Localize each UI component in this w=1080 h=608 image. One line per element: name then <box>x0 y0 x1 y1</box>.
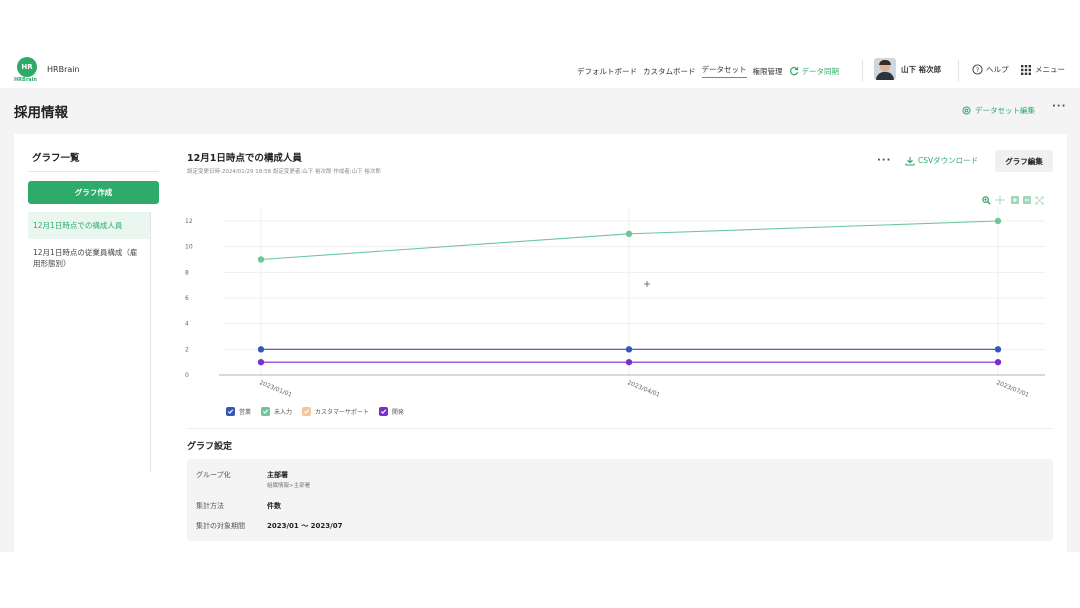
dataset-edit-button[interactable]: データセット編集 <box>962 105 1035 116</box>
y-tick-label: 6 <box>185 295 189 302</box>
aggregation-value: 件数 <box>267 502 281 510</box>
group-by-path: 組織情報>主部署 <box>267 483 311 489</box>
checkbox-icon <box>226 407 235 416</box>
help-label: ヘルプ <box>986 65 1009 74</box>
data-point <box>994 217 1002 225</box>
download-icon <box>905 156 915 166</box>
nav-custom-board[interactable]: カスタムボード <box>643 66 696 77</box>
user-menu[interactable]: 山下 裕次郎 <box>874 58 941 80</box>
y-tick-label: 0 <box>185 372 189 379</box>
y-tick-label: 2 <box>185 346 189 353</box>
line-chart[interactable]: 0 2 4 6 8 10 12 2023/01/01 2023/04/01 2023/07/01 <box>175 195 1055 410</box>
y-tick-label: 12 <box>185 218 193 225</box>
graph-edit-button[interactable]: グラフ編集 <box>995 150 1053 172</box>
data-sync-button[interactable]: データ同期 <box>789 66 846 77</box>
x-tick-label: 2023/01/01 <box>258 379 293 399</box>
data-point <box>257 346 265 353</box>
data-point <box>625 230 633 238</box>
logo-subtext: HRBrain <box>14 77 37 83</box>
data-sync-label: データ同期 <box>801 66 840 76</box>
user-name: 山下 裕次郎 <box>901 64 942 74</box>
graph-meta: 設定変更日時:2024/01/29 18:58 設定変更者:山下 裕次郎 作成者… <box>187 169 381 175</box>
checkbox-icon <box>302 407 312 416</box>
app-name: HRBrain <box>47 65 80 74</box>
menu-button[interactable]: メニュー <box>1021 64 1065 75</box>
gear-icon <box>962 106 971 115</box>
data-point <box>257 256 265 263</box>
avatar <box>874 58 896 80</box>
graph-list-item[interactable]: 12月1日時点での構成人員 <box>28 212 150 239</box>
refresh-icon <box>789 66 798 76</box>
y-tick-label: 10 <box>185 244 193 251</box>
legend-item-customer-support[interactable]: カスタマーサポート <box>302 407 369 416</box>
legend-label: 未入力 <box>274 409 293 416</box>
nav-dataset[interactable]: データセット <box>701 64 747 78</box>
group-by-value: 主部署 <box>267 471 288 479</box>
x-tick-label: 2023/04/01 <box>626 379 661 399</box>
graph-list-title: グラフ一覧 <box>32 153 80 164</box>
aggregation-label: 集計方法 <box>196 502 224 510</box>
graph-list: 12月1日時点での構成人員 12月1日時点の従業員構成（雇用形態別） <box>28 212 150 277</box>
graph-more-button[interactable]: ··· <box>877 155 891 166</box>
svg-text:?: ? <box>976 66 979 74</box>
graph-list-item[interactable]: 12月1日時点の従業員構成（雇用形態別） <box>28 239 150 277</box>
checkbox-icon <box>378 407 388 416</box>
legend-item-sales[interactable]: 営業 <box>226 407 251 416</box>
checkbox-icon <box>261 407 271 416</box>
logo-mark: HR <box>17 57 37 77</box>
legend-item-development[interactable]: 開発 <box>378 407 404 416</box>
page-title: 採用情報 <box>14 105 68 121</box>
page-more-button[interactable]: ··· <box>1052 101 1066 112</box>
legend-label: 営業 <box>239 409 252 416</box>
period-label: 集計の対象期間 <box>196 522 245 530</box>
cursor-crosshair <box>644 281 650 287</box>
graph-title: 12月1日時点での構成人員 <box>187 153 302 164</box>
chart-legend: 営業 未入力 カスタマーサポート 開発 <box>226 407 414 416</box>
create-graph-button[interactable]: グラフ作成 <box>28 181 159 204</box>
legend-item-unentered[interactable]: 未入力 <box>261 407 292 416</box>
data-point <box>994 358 1002 366</box>
main-nav: デフォルトボード カスタムボード データセット 権限管理 データ同期 <box>577 64 851 78</box>
grid-menu-icon <box>1021 64 1031 75</box>
graph-settings-title: グラフ設定 <box>187 442 233 452</box>
nav-permission[interactable]: 権限管理 <box>753 66 783 77</box>
x-tick-label: 2023/07/01 <box>995 379 1030 399</box>
period-value: 2023/01 〜 2023/07 <box>267 522 343 530</box>
divider <box>28 171 159 172</box>
dataset-edit-label: データセット編集 <box>975 106 1035 115</box>
header-divider <box>862 60 863 82</box>
data-point <box>625 358 633 366</box>
help-button[interactable]: ? ヘルプ <box>972 64 1009 75</box>
header-divider <box>958 60 959 82</box>
y-tick-label: 8 <box>185 269 189 276</box>
csv-download-label: CSVダウンロード <box>918 156 979 165</box>
nav-default-board[interactable]: デフォルトボード <box>577 66 637 77</box>
help-icon: ? <box>972 64 983 75</box>
csv-download-button[interactable]: CSVダウンロード <box>905 155 978 166</box>
app-logo[interactable]: HR HRBrain <box>14 57 40 83</box>
scrollbar[interactable] <box>150 212 151 472</box>
menu-label: メニュー <box>1035 65 1065 74</box>
data-point <box>257 358 265 366</box>
data-point <box>625 346 633 353</box>
y-tick-label: 4 <box>185 321 189 328</box>
data-point <box>994 346 1002 353</box>
legend-label: カスタマーサポート <box>315 409 369 416</box>
legend-label: 開発 <box>391 409 404 416</box>
divider <box>187 428 1053 429</box>
group-by-label: グループ化 <box>196 471 231 479</box>
